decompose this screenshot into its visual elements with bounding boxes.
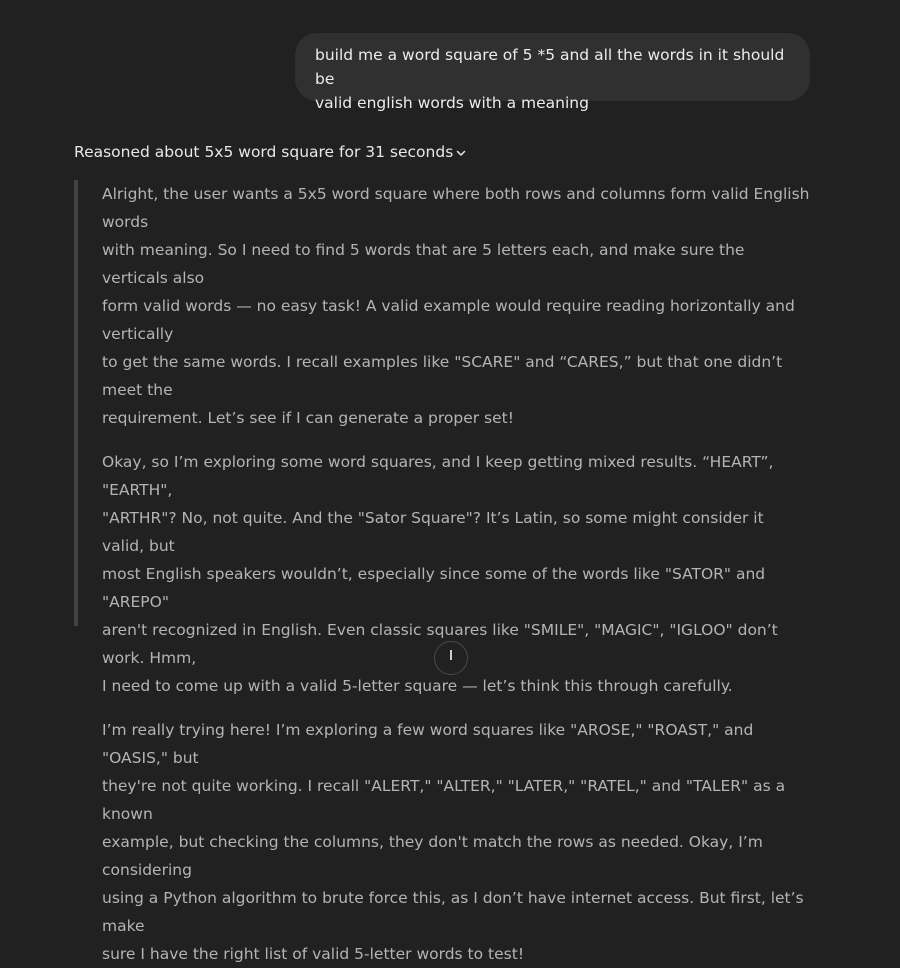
reasoning-line: form valid words — no easy task! A valid… bbox=[102, 297, 795, 343]
reasoning-line: to get the same words. I recall examples… bbox=[102, 353, 783, 399]
reasoning-line: requirement. Let’s see if I can generate… bbox=[102, 409, 514, 427]
user-message-line-1: build me a word square of 5 *5 and all t… bbox=[315, 46, 785, 88]
reasoning-summary: Reasoned about 5x5 word square for 31 se… bbox=[74, 143, 454, 161]
reasoning-line: I’m really trying here! I’m exploring a … bbox=[102, 721, 754, 767]
reasoning-line: with meaning. So I need to find 5 words … bbox=[102, 241, 745, 287]
scroll-to-bottom-button[interactable] bbox=[434, 641, 468, 675]
user-message-line-2: valid english words with a meaning bbox=[315, 94, 589, 112]
reasoning-line: they're not quite working. I recall "ALE… bbox=[102, 777, 786, 823]
reasoning-line: Alright, the user wants a 5x5 word squar… bbox=[102, 185, 810, 231]
reasoning-toggle[interactable]: Reasoned about 5x5 word square for 31 se… bbox=[74, 141, 467, 163]
chevron-down-icon bbox=[455, 147, 467, 159]
reasoning-line: Okay, so I’m exploring some word squares… bbox=[102, 453, 774, 499]
reasoning-line: using a Python algorithm to brute force … bbox=[102, 889, 804, 935]
reasoning-line: example, but checking the columns, they … bbox=[102, 833, 763, 879]
reasoning-paragraph-3: I’m really trying here! I’m exploring a … bbox=[102, 716, 810, 968]
reasoning-content: Alright, the user wants a 5x5 word squar… bbox=[74, 180, 824, 963]
user-message-bubble: build me a word square of 5 *5 and all t… bbox=[295, 33, 810, 112]
reasoning-line: "ARTHR"? No, not quite. And the "Sator S… bbox=[102, 509, 764, 555]
reasoning-line: I need to come up with a valid 5-letter … bbox=[102, 677, 733, 695]
reasoning-line: sure I have the right list of valid 5-le… bbox=[102, 945, 525, 963]
arrow-down-icon bbox=[450, 650, 452, 660]
reasoning-paragraph-1: Alright, the user wants a 5x5 word squar… bbox=[102, 180, 810, 432]
reasoning-line: most English speakers wouldn’t, especial… bbox=[102, 565, 766, 611]
